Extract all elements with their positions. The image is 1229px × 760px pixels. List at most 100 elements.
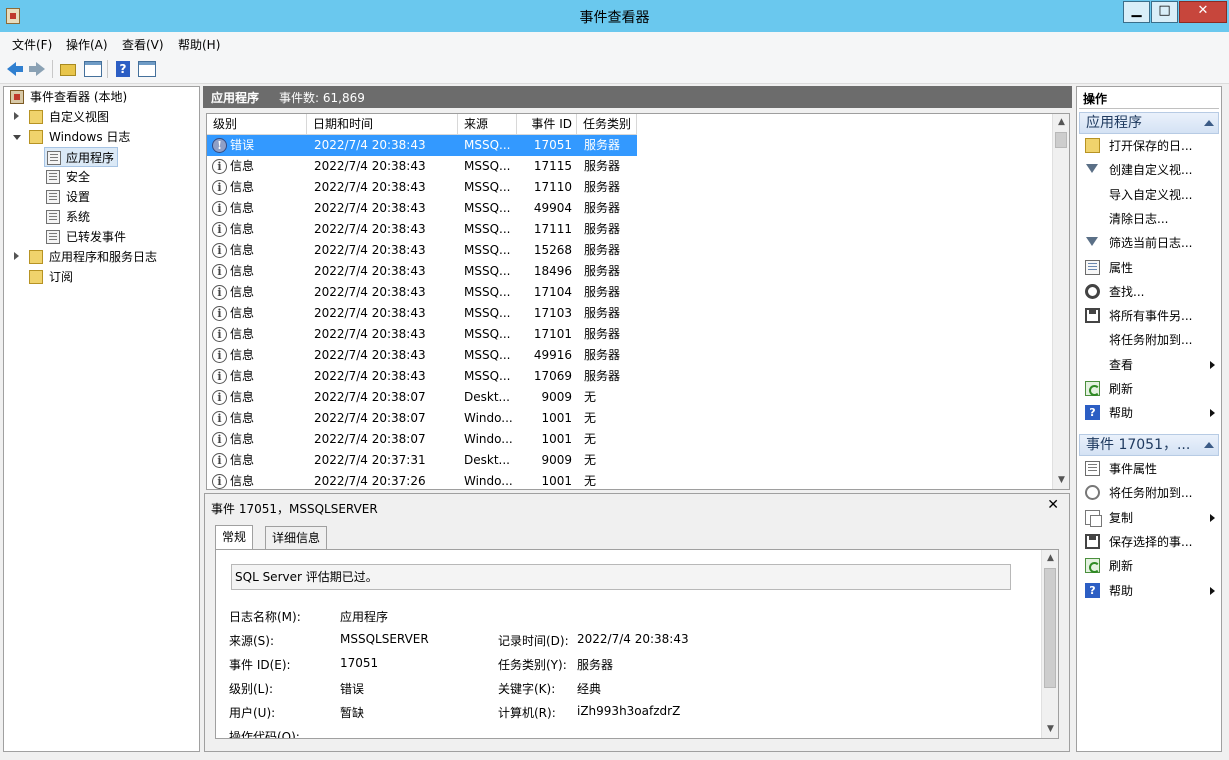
action-create-custom-view[interactable]: 创建自定义视...	[1079, 158, 1219, 182]
up-folder-button[interactable]	[58, 59, 78, 79]
scroll-down-icon[interactable]: ▼	[1053, 472, 1069, 489]
actions-section-application[interactable]: 应用程序	[1079, 112, 1219, 134]
log-title: 应用程序	[211, 91, 260, 105]
event-row[interactable]: i 信息 2022/7/4 20:38:43 MSSQ... 49904 服务器	[207, 198, 637, 219]
event-row[interactable]: i 信息 2022/7/4 20:38:43 MSSQ... 15268 服务器	[207, 240, 637, 261]
event-row[interactable]: i 信息 2022/7/4 20:37:31 Deskt... 9009 无	[207, 450, 637, 471]
detail-close-icon[interactable]: ✕	[1047, 497, 1059, 513]
tab-general[interactable]: 常规	[215, 525, 254, 550]
action-refresh[interactable]: 刷新	[1079, 377, 1219, 401]
event-row[interactable]: i 信息 2022/7/4 20:38:43 MSSQ... 17111 服务器	[207, 219, 637, 240]
event-source: Windo...	[464, 411, 513, 425]
event-source: MSSQ...	[464, 348, 511, 362]
action-refresh-event[interactable]: 刷新	[1079, 554, 1219, 578]
event-source: Deskt...	[464, 453, 510, 467]
event-row[interactable]: i 信息 2022/7/4 20:38:43 MSSQ... 18496 服务器	[207, 261, 637, 282]
expand-icon[interactable]	[14, 112, 19, 120]
event-row[interactable]: i 信息 2022/7/4 20:38:43 MSSQ... 17101 服务器	[207, 324, 637, 345]
user-value: 暂缺	[340, 706, 365, 720]
menu-action[interactable]: 操作(A)	[66, 36, 108, 53]
event-row[interactable]: i 信息 2022/7/4 20:38:43 MSSQ... 17104 服务器	[207, 282, 637, 303]
event-row[interactable]: i 信息 2022/7/4 20:38:07 Windo... 1001 无	[207, 408, 637, 429]
help-toolbar-button[interactable]: ?	[113, 59, 133, 79]
close-button[interactable]: ✕	[1179, 1, 1227, 23]
event-row[interactable]: i 信息 2022/7/4 20:38:43 MSSQ... 17069 服务器	[207, 366, 637, 387]
col-source[interactable]: 来源	[458, 114, 517, 135]
expand-icon[interactable]	[14, 252, 19, 260]
collapse-icon[interactable]	[13, 135, 21, 140]
scroll-thumb[interactable]	[1055, 132, 1067, 148]
event-row[interactable]: i 信息 2022/7/4 20:38:07 Deskt... 9009 无	[207, 387, 637, 408]
event-task-category: 无	[584, 432, 597, 446]
show-hide-action-pane-button[interactable]	[137, 59, 157, 79]
action-import-custom-view[interactable]: 导入自定义视...	[1079, 183, 1219, 207]
tree-subscriptions[interactable]: 订阅	[8, 267, 128, 287]
tree-custom-views[interactable]: 自定义视图	[8, 107, 188, 127]
action-find[interactable]: 查找...	[1079, 280, 1219, 304]
info-icon: i	[212, 432, 227, 447]
scroll-down-icon[interactable]: ▼	[1042, 721, 1058, 738]
tree-log-setup[interactable]: 设置	[44, 187, 164, 207]
folder-icon	[29, 130, 43, 144]
menu-file[interactable]: 文件(F)	[12, 36, 52, 53]
tree-log-application[interactable]: 应用程序	[44, 147, 118, 167]
forward-button[interactable]	[28, 59, 48, 79]
event-list-scrollbar[interactable]: ▲ ▼	[1052, 114, 1069, 489]
tree-log-system[interactable]: 系统	[44, 207, 164, 227]
tree-log-forwarded[interactable]: 已转发事件	[44, 227, 164, 247]
action-attach-task[interactable]: 将任务附加到...	[1079, 328, 1219, 352]
col-task-category[interactable]: 任务类别	[577, 114, 637, 135]
action-view[interactable]: 查看	[1079, 353, 1219, 377]
collapse-icon[interactable]	[1204, 442, 1214, 448]
event-level: 信息	[230, 348, 255, 362]
action-save-selected-events[interactable]: 保存选择的事...	[1079, 530, 1219, 554]
event-row[interactable]: i 信息 2022/7/4 20:37:26 Windo... 1001 无	[207, 471, 637, 489]
info-icon: i	[212, 411, 227, 426]
scroll-up-icon[interactable]: ▲	[1042, 550, 1058, 567]
back-button[interactable]	[5, 59, 25, 79]
action-copy[interactable]: 复制	[1079, 506, 1219, 530]
log-name-label: 日志名称(M):	[229, 610, 301, 624]
action-attach-task-to-event[interactable]: 将任务附加到...	[1079, 481, 1219, 505]
menu-help[interactable]: 帮助(H)	[178, 36, 220, 53]
event-row[interactable]: i 信息 2022/7/4 20:38:43 MSSQ... 17103 服务器	[207, 303, 637, 324]
event-level: 信息	[230, 264, 255, 278]
detail-scrollbar[interactable]: ▲ ▼	[1041, 550, 1058, 738]
tab-details[interactable]: 详细信息	[265, 526, 328, 550]
collapse-icon[interactable]	[1204, 120, 1214, 126]
actions-section-event[interactable]: 事件 17051，...	[1079, 434, 1219, 456]
event-id: 17051	[533, 138, 572, 152]
event-level: 信息	[230, 327, 255, 341]
event-row[interactable]: ! 错误 2022/7/4 20:38:43 MSSQ... 17051 服务器	[207, 135, 637, 156]
show-hide-tree-button[interactable]	[83, 59, 103, 79]
action-help[interactable]: ? 帮助	[1079, 401, 1219, 425]
scroll-up-icon[interactable]: ▲	[1053, 114, 1069, 131]
tree-windows-logs[interactable]: Windows 日志	[8, 127, 188, 147]
tree-log-security[interactable]: 安全	[44, 167, 164, 187]
action-event-properties[interactable]: 事件属性	[1079, 457, 1219, 481]
event-datetime: 2022/7/4 20:38:07	[314, 390, 426, 404]
action-label: 将任务附加到...	[1109, 333, 1193, 348]
minimize-button[interactable]: ▁	[1123, 1, 1150, 23]
action-properties[interactable]: 属性	[1079, 256, 1219, 280]
event-row[interactable]: i 信息 2022/7/4 20:38:07 Windo... 1001 无	[207, 429, 637, 450]
action-filter-current-log[interactable]: 筛选当前日志...	[1079, 231, 1219, 255]
action-help-event[interactable]: ? 帮助	[1079, 579, 1219, 603]
menu-view[interactable]: 查看(V)	[122, 36, 164, 53]
action-label: 属性	[1109, 260, 1134, 275]
tree-app-service-logs[interactable]: 应用程序和服务日志	[8, 247, 193, 267]
action-clear-log[interactable]: 清除日志...	[1079, 207, 1219, 231]
col-event-id[interactable]: 事件 ID	[517, 114, 577, 135]
event-message[interactable]: SQL Server 评估期已过。	[231, 564, 1011, 590]
event-row[interactable]: i 信息 2022/7/4 20:38:43 MSSQ... 17115 服务器	[207, 156, 637, 177]
event-row[interactable]: i 信息 2022/7/4 20:38:43 MSSQ... 17110 服务器	[207, 177, 637, 198]
event-source: Deskt...	[464, 390, 510, 404]
col-level[interactable]: 级别	[207, 114, 307, 135]
maximize-button[interactable]: □	[1151, 1, 1178, 23]
event-task-category: 服务器	[584, 138, 621, 152]
action-save-all-events[interactable]: 将所有事件另...	[1079, 304, 1219, 328]
scroll-thumb[interactable]	[1044, 568, 1056, 688]
event-row[interactable]: i 信息 2022/7/4 20:38:43 MSSQ... 49916 服务器	[207, 345, 637, 366]
action-open-saved-log[interactable]: 打开保存的日...	[1079, 134, 1219, 158]
col-datetime[interactable]: 日期和时间	[307, 114, 458, 135]
